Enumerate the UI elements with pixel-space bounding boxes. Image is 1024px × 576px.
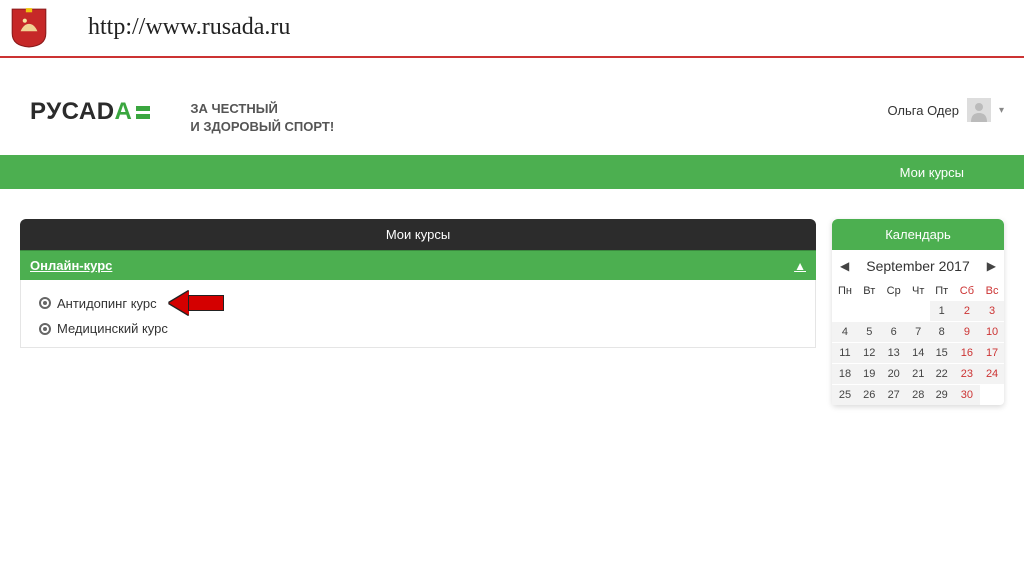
calendar-week-row: 11121314151617	[832, 343, 1004, 364]
site-logo[interactable]: РУСАDA	[30, 98, 150, 126]
calendar-month-row: ◀ September 2017 ▶	[832, 250, 1004, 282]
wd-sat: Сб	[954, 282, 980, 301]
calendar-day	[980, 385, 1004, 406]
bullet-icon	[39, 297, 51, 309]
bullet-icon	[39, 323, 51, 335]
calendar-day[interactable]: 19	[858, 364, 881, 385]
calendar-day	[881, 301, 907, 322]
calendar-week-row: 45678910	[832, 322, 1004, 343]
calendar-day[interactable]: 11	[832, 343, 858, 364]
avatar-icon	[967, 98, 991, 122]
cal-next-icon[interactable]: ▶	[987, 259, 996, 273]
calendar-week-row: 18192021222324	[832, 364, 1004, 385]
logo-text-main: РУСАD	[30, 98, 115, 126]
red-arrow-icon	[169, 291, 224, 315]
calendar-day[interactable]: 8	[930, 322, 954, 343]
calendar-day[interactable]: 13	[881, 343, 907, 364]
section-header-label: Онлайн-курс	[30, 258, 112, 273]
calendar-day	[858, 301, 881, 322]
slogan-line2: И ЗДОРОВЫЙ СПОРТ!	[190, 118, 334, 136]
user-menu[interactable]: Ольга Одер ▾	[887, 98, 1004, 122]
calendar-month-label: September 2017	[866, 258, 970, 274]
calendar-day[interactable]: 14	[907, 343, 930, 364]
wd-sun: Вс	[980, 282, 1004, 301]
calendar-week-row: 252627282930	[832, 385, 1004, 406]
courses-panel: Мои курсы Онлайн-курс ▲ Антидопинг курс …	[20, 219, 816, 405]
slogan: ЗА ЧЕСТНЫЙ И ЗДОРОВЫЙ СПОРТ!	[190, 98, 334, 135]
user-name: Ольга Одер	[887, 103, 959, 118]
content-area: Мои курсы Онлайн-курс ▲ Антидопинг курс …	[0, 189, 1024, 405]
calendar-day[interactable]: 5	[858, 322, 881, 343]
calendar-day[interactable]: 18	[832, 364, 858, 385]
caret-down-icon: ▾	[999, 105, 1004, 116]
calendar-day[interactable]: 7	[907, 322, 930, 343]
calendar-day[interactable]: 25	[832, 385, 858, 406]
calendar-day[interactable]: 28	[907, 385, 930, 406]
calendar-grid: Пн Вт Ср Чт Пт Сб Вс 1234567891011121314…	[832, 282, 1004, 405]
calendar-day[interactable]: 30	[954, 385, 980, 406]
logo-text-accent: A	[115, 98, 133, 126]
calendar-day[interactable]: 9	[954, 322, 980, 343]
calendar-day[interactable]: 17	[980, 343, 1004, 364]
collapse-up-icon: ▲	[794, 259, 806, 273]
calendar-week-row: 123	[832, 301, 1004, 322]
calendar-panel: Календарь ◀ September 2017 ▶ Пн Вт Ср Чт…	[832, 219, 1004, 405]
calendar-day	[907, 301, 930, 322]
course-label: Медицинский курс	[57, 321, 168, 336]
brand-row: РУСАDA ЗА ЧЕСТНЫЙ И ЗДОРОВЫЙ СПОРТ! Ольг…	[0, 58, 1024, 145]
wd-mon: Пн	[832, 282, 858, 301]
cal-prev-icon[interactable]: ◀	[840, 259, 849, 273]
calendar-day[interactable]: 2	[954, 301, 980, 322]
calendar-day[interactable]: 24	[980, 364, 1004, 385]
top-ribbon: http://www.rusada.ru	[0, 0, 1024, 58]
course-label: Антидопинг курс	[57, 296, 157, 311]
calendar-day	[832, 301, 858, 322]
calendar-day[interactable]: 20	[881, 364, 907, 385]
calendar-day[interactable]: 3	[980, 301, 1004, 322]
calendar-day[interactable]: 4	[832, 322, 858, 343]
calendar-day[interactable]: 27	[881, 385, 907, 406]
page-url: http://www.rusada.ru	[88, 14, 290, 41]
calendar-day[interactable]: 10	[980, 322, 1004, 343]
logo-stripes-icon	[136, 106, 150, 119]
courses-panel-title: Мои курсы	[20, 219, 816, 250]
section-online-course[interactable]: Онлайн-курс ▲	[20, 250, 816, 280]
course-item-antidoping[interactable]: Антидопинг курс	[21, 288, 815, 318]
calendar-weekday-row: Пн Вт Ср Чт Пт Сб Вс	[832, 282, 1004, 301]
course-item-medical[interactable]: Медицинский курс	[21, 318, 815, 339]
calendar-day[interactable]: 29	[930, 385, 954, 406]
wd-fri: Пт	[930, 282, 954, 301]
calendar-day[interactable]: 6	[881, 322, 907, 343]
calendar-day[interactable]: 22	[930, 364, 954, 385]
calendar-day[interactable]: 1	[930, 301, 954, 322]
navbar: Мои курсы	[0, 155, 1024, 189]
calendar-title: Календарь	[832, 219, 1004, 250]
slogan-line1: ЗА ЧЕСТНЫЙ	[190, 100, 334, 118]
wd-thu: Чт	[907, 282, 930, 301]
calendar-day[interactable]: 23	[954, 364, 980, 385]
calendar-day[interactable]: 26	[858, 385, 881, 406]
calendar-day[interactable]: 16	[954, 343, 980, 364]
nav-my-courses[interactable]: Мои курсы	[900, 165, 964, 180]
regional-crest-icon	[8, 6, 50, 48]
calendar-day[interactable]: 15	[930, 343, 954, 364]
course-list: Антидопинг курс Медицинский курс	[20, 280, 816, 348]
calendar-day[interactable]: 12	[858, 343, 881, 364]
wd-tue: Вт	[858, 282, 881, 301]
calendar-day[interactable]: 21	[907, 364, 930, 385]
wd-wed: Ср	[881, 282, 907, 301]
